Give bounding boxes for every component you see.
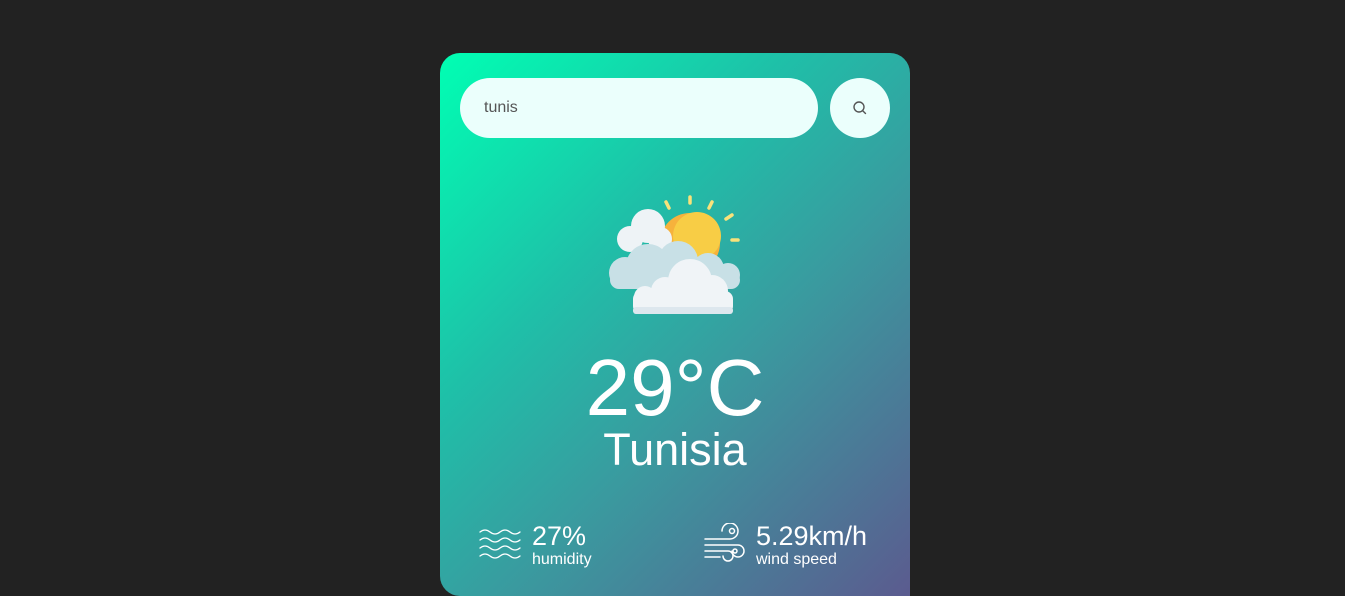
weather-card: 29°C Tunisia 27% humidity (440, 53, 910, 596)
waves-icon (479, 529, 521, 559)
temperature: 29°C (585, 343, 765, 432)
search-icon (853, 101, 867, 115)
humidity-label: humidity (532, 551, 592, 568)
humidity-value: 27% (532, 521, 587, 551)
search-button[interactable] (830, 78, 890, 138)
sun-behind-clouds-icon (609, 195, 740, 314)
humidity-detail: 27% humidity (478, 521, 592, 569)
wind-icon (704, 523, 745, 562)
wind-detail: 5.29km/h wind speed (702, 521, 867, 569)
wind-label: wind speed (756, 551, 837, 568)
wind-text: 5.29km/h wind speed (756, 521, 867, 569)
humidity-text: 27% humidity (532, 521, 592, 569)
wind-value: 5.29km/h (756, 521, 868, 551)
search-input[interactable] (460, 78, 818, 138)
city-name: Tunisia (603, 424, 747, 475)
